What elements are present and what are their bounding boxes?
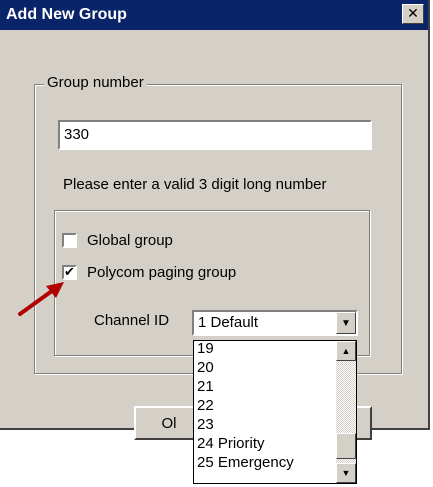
scroll-up-button[interactable]: ▲ bbox=[336, 341, 356, 361]
chevron-up-icon: ▲ bbox=[341, 346, 351, 356]
dropdown-item[interactable]: 22 bbox=[194, 396, 336, 415]
channel-id-value: 1 Default bbox=[198, 314, 259, 331]
chevron-down-icon: ▼ bbox=[341, 317, 351, 329]
scroll-down-button[interactable]: ▼ bbox=[336, 463, 356, 483]
dropdown-item[interactable]: 23 bbox=[194, 415, 336, 434]
channel-id-dropdown-list[interactable]: 19 20 21 22 23 24 Priority 25 Emergency ▲ ▼ bbox=[193, 340, 357, 484]
scroll-thumb[interactable] bbox=[336, 433, 356, 459]
group-number-legend: Group number bbox=[44, 74, 147, 91]
combo-dropdown-button[interactable]: ▼ bbox=[336, 312, 356, 334]
dropdown-item[interactable]: 19 bbox=[194, 341, 336, 358]
close-button[interactable]: ✕ bbox=[402, 4, 424, 24]
polycom-paging-option[interactable]: ✔ Polycom paging group bbox=[62, 264, 236, 281]
global-group-option[interactable]: Global group bbox=[62, 232, 173, 249]
window-title: Add New Group bbox=[6, 6, 127, 23]
group-number-hint: Please enter a valid 3 digit long number bbox=[63, 176, 327, 193]
channel-id-label: Channel ID bbox=[94, 312, 170, 329]
close-icon: ✕ bbox=[407, 6, 419, 22]
dropdown-item[interactable]: 24 Priority bbox=[194, 434, 336, 453]
dropdown-item[interactable]: 20 bbox=[194, 358, 336, 377]
dropdown-item[interactable]: 21 bbox=[194, 377, 336, 396]
title-bar[interactable]: Add New Group ✕ bbox=[0, 0, 428, 30]
channel-id-combobox[interactable]: 1 Default ▼ bbox=[192, 310, 358, 336]
polycom-paging-label: Polycom paging group bbox=[87, 264, 237, 281]
group-number-input[interactable]: 330 bbox=[58, 120, 372, 150]
dropdown-item[interactable]: 25 Emergency bbox=[194, 453, 336, 472]
dropdown-scrollbar[interactable]: ▲ ▼ bbox=[336, 341, 356, 483]
global-group-checkbox[interactable] bbox=[62, 233, 77, 248]
chevron-down-icon: ▼ bbox=[341, 468, 351, 478]
dropdown-items: 19 20 21 22 23 24 Priority 25 Emergency bbox=[194, 341, 336, 472]
red-arrow-annotation bbox=[18, 282, 64, 316]
ok-button-label: Ol bbox=[161, 414, 177, 432]
global-group-label: Global group bbox=[87, 232, 173, 249]
